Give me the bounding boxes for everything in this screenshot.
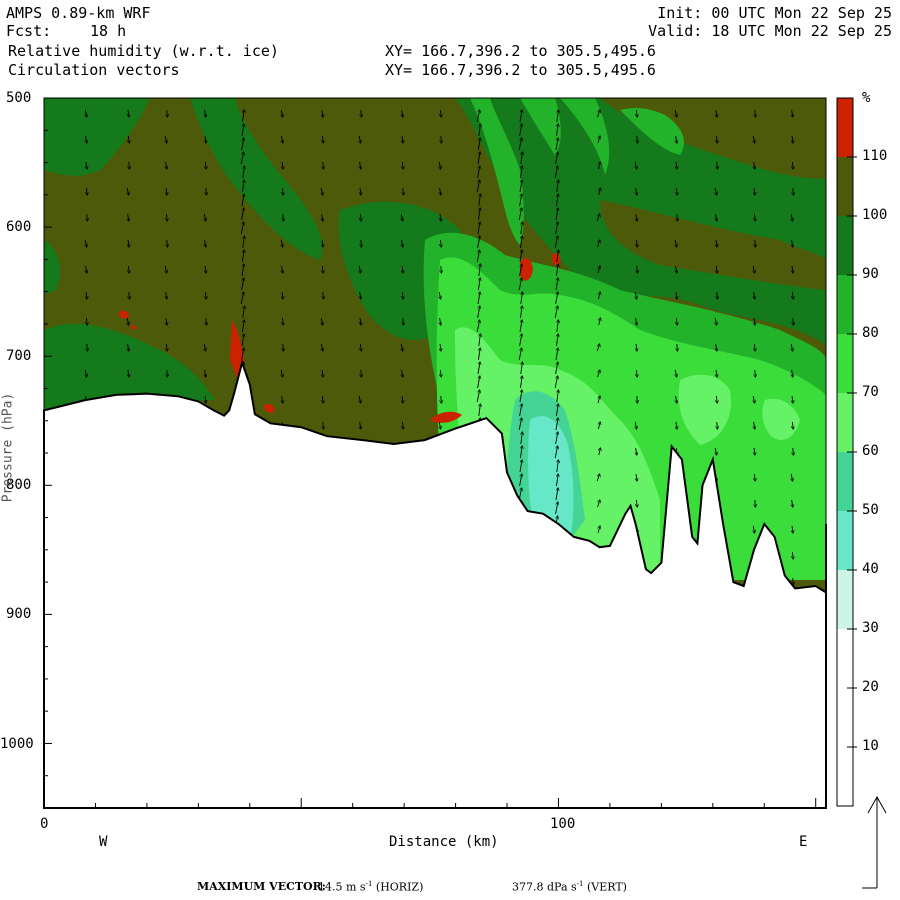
vector-arrow	[793, 577, 794, 585]
vector-arrow	[206, 187, 207, 195]
vector-arrow	[793, 447, 794, 455]
x-tick-label: 100	[550, 816, 576, 832]
y-tick-label: 600	[6, 219, 32, 235]
colorbar-unit: %	[862, 90, 871, 106]
x-end-west: W	[99, 834, 108, 850]
x-tick-label: 0	[40, 816, 49, 832]
vector-arrow	[755, 109, 756, 117]
y-tick-label: 500	[6, 90, 32, 106]
colorbar-label: 30	[862, 620, 879, 636]
colorbar-label: 110	[862, 148, 888, 164]
vector-arrow	[717, 161, 718, 169]
vert-tag: (VERT)	[586, 880, 627, 894]
colorbar-swatch	[837, 629, 853, 688]
vector-arrow	[441, 135, 442, 143]
colorbar-label: 20	[862, 679, 879, 695]
colorbar-swatch	[837, 157, 853, 216]
vector-arrow	[677, 213, 678, 221]
x-axis-label: Distance (km)	[389, 834, 499, 850]
vert-value: 377.8	[512, 880, 544, 894]
vector-arrow	[361, 369, 362, 377]
y-tick-label: 700	[6, 348, 32, 364]
vector-arrow	[283, 213, 284, 221]
vector-arrow	[637, 135, 638, 143]
vector-arrow	[206, 317, 207, 325]
vector-arrow	[637, 265, 638, 273]
colorbar-label: 50	[862, 502, 879, 518]
vector-arrow	[167, 369, 168, 377]
vector-arrow	[361, 239, 362, 247]
vector-arrow	[793, 317, 794, 325]
vector-arrow	[793, 187, 794, 195]
reference-vector	[862, 795, 887, 889]
max-vector-vertical: 377.8 dPa s-1 (VERT)	[512, 880, 627, 894]
colorbar-label: 40	[862, 561, 879, 577]
x-end-east: E	[799, 834, 808, 850]
colorbar-label: 90	[862, 266, 879, 282]
vector-arrow	[717, 421, 718, 429]
horiz-exp: -1	[365, 880, 373, 888]
vector-arrow	[755, 239, 756, 247]
cross-section-plot	[43, 97, 887, 889]
colorbar-swatch	[837, 747, 853, 806]
colorbar-label: 70	[862, 384, 879, 400]
vector-arrow	[323, 421, 324, 429]
vector-arrow	[283, 343, 284, 351]
vector-arrow	[403, 317, 404, 325]
colorbar-swatch	[837, 275, 853, 334]
colorbar-swatch	[837, 334, 853, 393]
vector-arrow	[87, 343, 88, 351]
vector-arrow	[441, 395, 442, 403]
vector-arrow	[323, 161, 324, 169]
vert-exp: -1	[576, 880, 584, 888]
vector-arrow	[129, 291, 130, 299]
vector-arrow	[677, 343, 678, 351]
vector-arrow	[323, 291, 324, 299]
horiz-tag: (HORIZ)	[375, 880, 424, 894]
colorbar-swatch	[837, 688, 853, 747]
horiz-unit: m s	[346, 880, 366, 894]
vector-arrow	[167, 239, 168, 247]
vector-arrow	[755, 369, 756, 377]
vector-arrow	[167, 109, 168, 117]
horiz-value: 14.5	[318, 880, 343, 894]
colorbar-swatch	[837, 511, 853, 570]
max-vector-horizontal: 14.5 m s-1 (HORIZ)	[318, 880, 423, 894]
y-tick-label: 1000	[0, 736, 34, 752]
colorbar-label: 60	[862, 443, 879, 459]
colorbar	[836, 97, 857, 807]
colorbar-swatch	[837, 98, 853, 157]
colorbar-swatch	[837, 393, 853, 452]
y-tick-label: 900	[6, 606, 32, 622]
max-vector-label: MAXIMUM VECTOR:	[197, 880, 326, 893]
vector-arrow	[441, 265, 442, 273]
vector-arrow	[755, 499, 756, 507]
colorbar-swatch	[837, 216, 853, 275]
y-axis-label: Pressure (hPa)	[0, 392, 16, 503]
vector-arrow	[361, 109, 362, 117]
vector-arrow	[403, 187, 404, 195]
vector-arrow	[637, 395, 638, 403]
colorbar-swatch	[837, 570, 853, 629]
vector-arrow	[129, 161, 130, 169]
colorbar-label: 100	[862, 207, 888, 223]
vert-unit: dPa s	[547, 880, 577, 894]
colorbar-label: 80	[862, 325, 879, 341]
colorbar-swatch	[837, 452, 853, 511]
vector-arrow	[87, 213, 88, 221]
colorbar-label: 10	[862, 738, 879, 754]
vector-arrow	[717, 291, 718, 299]
